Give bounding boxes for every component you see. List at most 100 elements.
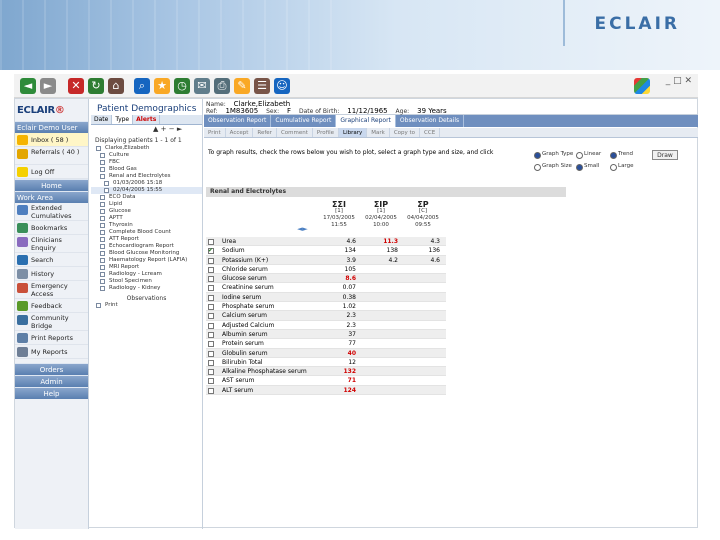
tree-node-icon[interactable] bbox=[100, 202, 105, 207]
tree-item[interactable]: Radiology - Lcream bbox=[91, 271, 202, 278]
edit-icon[interactable]: ✎ bbox=[234, 78, 250, 94]
tree-node-icon[interactable] bbox=[104, 188, 109, 193]
sidebar-item-extended-cumulatives[interactable]: Extended Cumulatives bbox=[15, 203, 88, 221]
action-tab-mark[interactable]: Mark bbox=[367, 128, 390, 137]
next-icon[interactable]: ► bbox=[177, 125, 182, 133]
tree-node-icon[interactable] bbox=[100, 167, 105, 172]
plus-icon[interactable]: + bbox=[161, 125, 167, 133]
favorites-icon[interactable]: ★ bbox=[154, 78, 170, 94]
tree-node-icon[interactable] bbox=[100, 223, 105, 228]
sidebar-item-inbox[interactable]: Inbox ( 58 ) bbox=[15, 133, 88, 147]
row-checkbox[interactable] bbox=[208, 387, 214, 394]
tree-item[interactable]: MRI Report bbox=[91, 264, 202, 271]
tree-node-icon[interactable] bbox=[100, 216, 105, 221]
messenger-icon[interactable]: ☺ bbox=[274, 78, 290, 94]
sidebar-item-my-reports[interactable]: My Reports bbox=[15, 345, 88, 359]
sidebar-item-history[interactable]: History bbox=[15, 267, 88, 281]
row-checkbox[interactable] bbox=[208, 276, 214, 283]
tree-node-icon[interactable] bbox=[104, 181, 109, 186]
tree-node-icon[interactable] bbox=[100, 153, 105, 158]
action-tab-profile[interactable]: Profile bbox=[313, 128, 340, 137]
action-tab-comment[interactable]: Comment bbox=[277, 128, 313, 137]
tree-node-icon[interactable] bbox=[100, 237, 105, 242]
action-tab-cce[interactable]: CCE bbox=[420, 128, 441, 137]
tree-item[interactable]: Lipid bbox=[91, 201, 202, 208]
row-checkbox[interactable] bbox=[208, 359, 214, 366]
tree-item[interactable]: FBC bbox=[91, 159, 202, 166]
tab-cumulative-report[interactable]: Cumulative Report bbox=[271, 115, 337, 127]
tree-node-icon[interactable] bbox=[100, 195, 105, 200]
tree-node-icon[interactable] bbox=[100, 174, 105, 179]
tab-type[interactable]: Type bbox=[112, 115, 134, 124]
graph-size-label[interactable]: Graph Size bbox=[534, 163, 572, 171]
tree-node-icon[interactable] bbox=[100, 279, 105, 284]
tree-item[interactable]: Culture bbox=[91, 152, 202, 159]
tree-node-icon[interactable] bbox=[100, 160, 105, 165]
action-tab-print[interactable]: Print bbox=[204, 128, 226, 137]
action-tab-refer[interactable]: Refer bbox=[253, 128, 277, 137]
row-checkbox[interactable] bbox=[208, 266, 214, 273]
result-column-header[interactable]: ΣΣΙ [1] 17/03/2005 11:55 bbox=[318, 201, 360, 229]
tab-observation-details[interactable]: Observation Details bbox=[396, 115, 465, 127]
sidebar-item-clinicians-enquiry[interactable]: Clinicians Enquiry bbox=[15, 235, 88, 253]
row-checkbox[interactable] bbox=[208, 313, 214, 320]
graph-type-trend[interactable]: Trend bbox=[610, 151, 633, 159]
tree-item[interactable]: Stool Specimen bbox=[91, 278, 202, 285]
refresh-icon[interactable]: ↻ bbox=[88, 78, 104, 94]
history-icon[interactable]: ◷ bbox=[174, 78, 190, 94]
tab-graphical-report[interactable]: Graphical Report bbox=[336, 115, 396, 127]
home-header[interactable]: Home bbox=[15, 179, 88, 191]
help-header[interactable]: Help bbox=[15, 387, 88, 399]
row-checkbox[interactable] bbox=[208, 331, 214, 338]
sidebar-item-emergency-access[interactable]: Emergency Access bbox=[15, 281, 88, 299]
discuss-icon[interactable]: ☰ bbox=[254, 78, 270, 94]
stop-icon[interactable]: ✕ bbox=[68, 78, 84, 94]
minus-icon[interactable]: − bbox=[169, 125, 175, 133]
tree-item[interactable]: Blood Gas bbox=[91, 166, 202, 173]
tree-item[interactable]: Thyroxin bbox=[91, 222, 202, 229]
forward-icon[interactable]: ► bbox=[40, 78, 56, 94]
tab-alerts[interactable]: Alerts bbox=[133, 115, 161, 124]
tree-item[interactable]: 02/04/2005 15:55 bbox=[91, 187, 202, 194]
tree-patient[interactable]: Clarke,Elizabeth bbox=[91, 145, 202, 152]
action-tab-accept[interactable]: Accept bbox=[226, 128, 254, 137]
tree-item[interactable]: APTT bbox=[91, 215, 202, 222]
draw-button[interactable]: Draw bbox=[652, 150, 678, 160]
tree-node-icon[interactable] bbox=[100, 265, 105, 270]
up-icon[interactable]: ▲ bbox=[153, 125, 158, 133]
row-checkbox[interactable] bbox=[208, 322, 214, 329]
row-checkbox[interactable] bbox=[208, 350, 214, 357]
action-tab-library[interactable]: Library bbox=[339, 128, 368, 137]
sidebar-item-bookmarks[interactable]: Bookmarks bbox=[15, 221, 88, 235]
expand-icon[interactable] bbox=[96, 146, 101, 151]
back-icon[interactable]: ◄ bbox=[20, 78, 36, 94]
sidebar-item-search[interactable]: Search bbox=[15, 253, 88, 267]
row-checkbox[interactable] bbox=[208, 285, 214, 292]
tree-item[interactable]: ATT Report bbox=[91, 236, 202, 243]
tree-item[interactable]: Glucose bbox=[91, 208, 202, 215]
tree-node-icon[interactable] bbox=[100, 209, 105, 214]
row-checkbox[interactable] bbox=[208, 378, 214, 385]
tree-item[interactable]: Blood Glucose Monitoring bbox=[91, 250, 202, 257]
tree-node-icon[interactable] bbox=[100, 251, 105, 256]
sidebar-item-print-reports[interactable]: Print Reports bbox=[15, 331, 88, 345]
tree-item[interactable]: Echocardiogram Report bbox=[91, 243, 202, 250]
action-tab-copy-to[interactable]: Copy to bbox=[390, 128, 421, 137]
row-checkbox[interactable] bbox=[208, 246, 214, 256]
tree-item[interactable]: Renal and Electrolytes bbox=[91, 173, 202, 180]
tree-node-icon[interactable] bbox=[100, 286, 105, 291]
work-area-header[interactable]: Work Area bbox=[15, 191, 88, 203]
tab-observation-report[interactable]: Observation Report bbox=[204, 115, 272, 127]
sidebar-item-referrals[interactable]: Referrals ( 40 ) bbox=[15, 147, 88, 165]
tree-item-print[interactable]: Print bbox=[91, 302, 202, 309]
home-icon[interactable]: ⌂ bbox=[108, 78, 124, 94]
graph-type-linear[interactable]: Linear bbox=[576, 151, 601, 159]
tree-item[interactable]: Radiology - Kidney bbox=[91, 285, 202, 292]
tree-item[interactable]: Haematology Report (LAFIA) bbox=[91, 257, 202, 264]
row-checkbox[interactable] bbox=[208, 341, 214, 348]
admin-header[interactable]: Admin bbox=[15, 375, 88, 387]
print-icon[interactable]: ⎙ bbox=[214, 78, 230, 94]
scroll-left-icon[interactable]: ◄► bbox=[297, 225, 308, 233]
tree-item[interactable]: Complete Blood Count bbox=[91, 229, 202, 236]
sidebar-item-feedback[interactable]: Feedback bbox=[15, 299, 88, 313]
